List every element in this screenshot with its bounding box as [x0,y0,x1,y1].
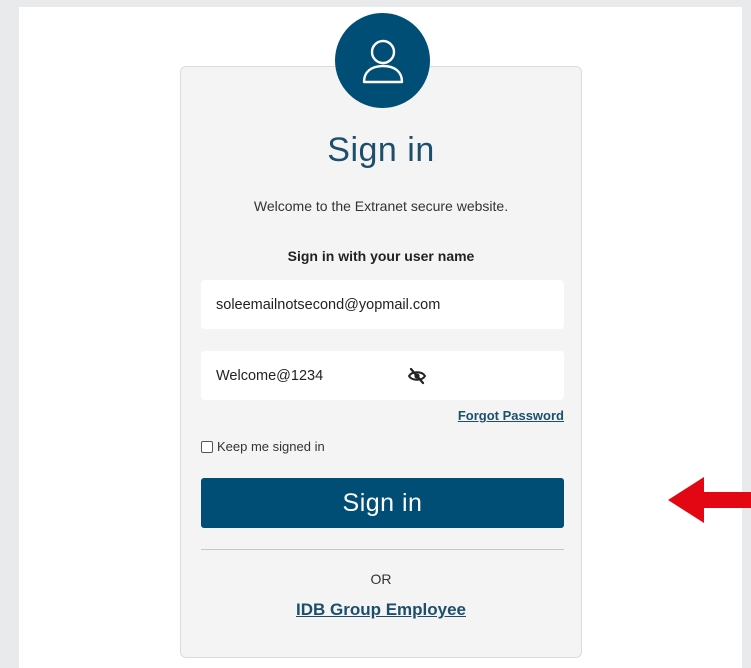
page-title: Sign in [327,131,435,169]
welcome-text: Welcome to the Extranet secure website. [253,198,509,214]
divider [201,549,564,550]
idb-employee-link[interactable]: IDB Group Employee [180,600,582,620]
keep-signed-in-checkbox[interactable] [201,440,213,453]
sign-in-subheading: Sign in with your user name [287,248,475,264]
keep-signed-in-label: Keep me signed in [217,439,325,454]
username-input[interactable] [216,296,546,313]
arrow-left-icon [668,477,751,523]
user-icon [362,39,403,83]
password-input[interactable] [216,367,406,384]
or-separator: OR [370,571,392,587]
sign-in-button[interactable]: Sign in [201,478,564,528]
forgot-password-link[interactable]: Forgot Password [380,408,564,423]
username-field[interactable] [201,280,564,329]
keep-signed-in-option[interactable]: Keep me signed in [201,439,325,454]
eye-slash-icon[interactable] [407,366,427,386]
user-avatar [335,13,430,108]
password-field[interactable] [201,351,564,400]
